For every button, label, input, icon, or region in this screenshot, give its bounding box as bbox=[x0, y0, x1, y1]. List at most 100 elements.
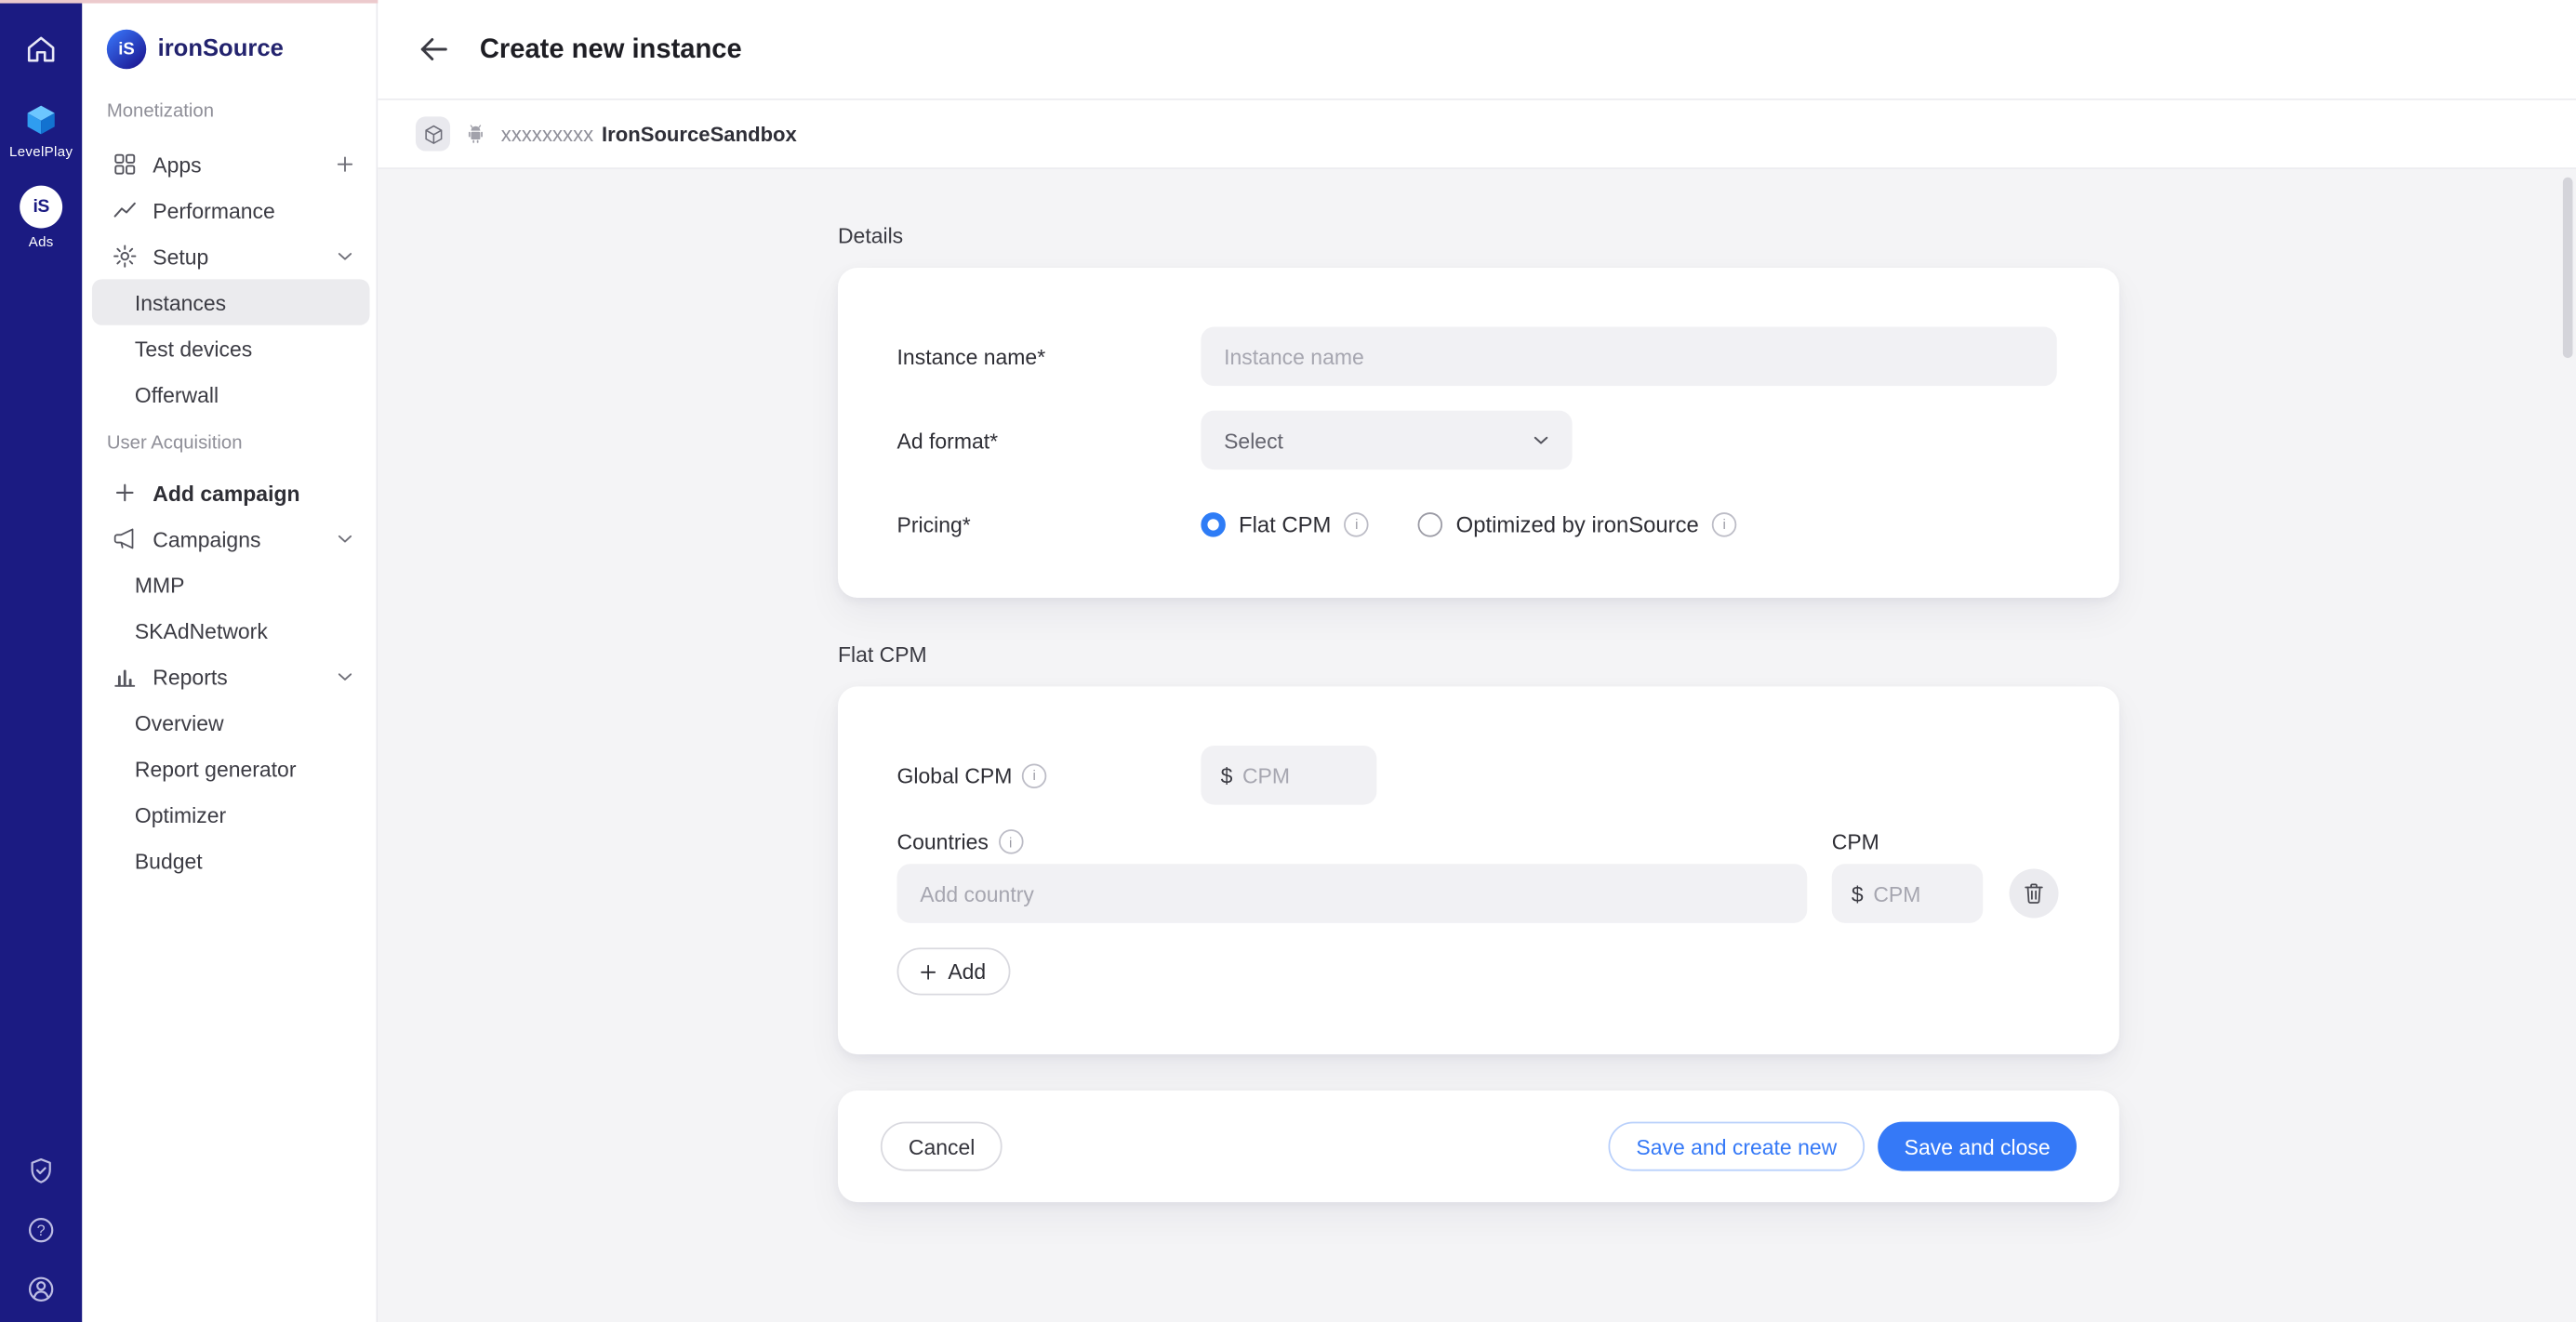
sidebar-item-offerwall[interactable]: Offerwall bbox=[92, 371, 370, 416]
save-and-close-button[interactable]: Save and close bbox=[1878, 1122, 2077, 1171]
package-icon bbox=[416, 116, 450, 151]
rail-levelplay-label: LevelPlay bbox=[9, 143, 73, 160]
radio-selected-icon bbox=[1201, 511, 1225, 535]
ironsource-logo-icon: iS bbox=[20, 186, 62, 229]
sidebar-item-label: Overview bbox=[135, 710, 224, 734]
brand: iS ironSource bbox=[82, 0, 376, 69]
instance-name-label: Instance name* bbox=[897, 344, 1202, 368]
rail-ads-label: Ads bbox=[29, 233, 54, 250]
app-id: xxxxxxxxx bbox=[501, 123, 593, 146]
back-arrow-icon[interactable] bbox=[416, 32, 452, 68]
sidebar-item-label: Apps bbox=[153, 152, 201, 176]
country-cpm-row: $ bbox=[897, 864, 2061, 923]
sidebar-item-overview[interactable]: Overview bbox=[92, 700, 370, 746]
sidebar-item-mmp[interactable]: MMP bbox=[92, 562, 370, 607]
android-icon bbox=[463, 122, 487, 146]
sidebar-item-report-generator[interactable]: Report generator bbox=[92, 746, 370, 791]
sidebar-item-label: Test devices bbox=[135, 336, 252, 360]
sidebar-item-label: Add campaign bbox=[153, 481, 299, 505]
sidebar-item-budget[interactable]: Budget bbox=[92, 838, 370, 883]
add-app-plus-icon[interactable] bbox=[334, 152, 357, 176]
sidebar-item-optimizer[interactable]: Optimizer bbox=[92, 791, 370, 837]
chevron-down-icon bbox=[334, 245, 357, 268]
sidebar-item-campaigns[interactable]: Campaigns bbox=[92, 516, 370, 562]
info-icon[interactable]: i bbox=[1345, 511, 1369, 535]
global-cpm-row: Global CPM i $ bbox=[897, 746, 2061, 805]
currency-symbol: $ bbox=[1852, 881, 1864, 906]
sidebar-item-performance[interactable]: Performance bbox=[92, 187, 370, 232]
scrollbar-thumb[interactable] bbox=[2563, 178, 2573, 358]
form-content: Details Instance name* Ad format* Select bbox=[378, 169, 2576, 1322]
pricing-radio-group: Flat CPM i Optimized by ironSource i bbox=[1201, 511, 1736, 535]
cpm-column-label: CPM bbox=[1832, 829, 1879, 853]
sidebar-item-apps[interactable]: Apps bbox=[92, 141, 370, 187]
save-and-create-new-button[interactable]: Save and create new bbox=[1608, 1122, 1865, 1171]
brand-logo-icon: iS bbox=[107, 30, 146, 69]
section-header-user-acquisition: User Acquisition bbox=[82, 433, 376, 453]
chevron-down-icon bbox=[334, 665, 357, 688]
form-actions-card: Cancel Save and create new Save and clos… bbox=[838, 1091, 2119, 1202]
bar-chart-icon bbox=[112, 664, 138, 690]
sidebar-item-label: SKAdNetwork bbox=[135, 618, 268, 642]
flat-cpm-radio-option[interactable]: Flat CPM i bbox=[1201, 511, 1369, 535]
brand-monogram: iS bbox=[118, 39, 135, 59]
rail-home-button[interactable] bbox=[23, 32, 60, 68]
page-header: Create new instance bbox=[378, 0, 2576, 100]
currency-symbol: $ bbox=[1221, 763, 1233, 787]
sidebar-item-label: Optimizer bbox=[135, 802, 226, 826]
rail-bottom-group: ? bbox=[24, 1155, 57, 1306]
rail-levelplay-button[interactable]: LevelPlay bbox=[9, 102, 73, 160]
page-title: Create new instance bbox=[480, 33, 742, 65]
add-button-label: Add bbox=[948, 959, 986, 984]
home-icon bbox=[23, 32, 60, 68]
ad-format-label: Ad format* bbox=[897, 428, 1202, 452]
pricing-label: Pricing* bbox=[897, 511, 1202, 535]
app-name: IronSourceSandbox bbox=[602, 123, 797, 146]
sidebar-item-label: Instances bbox=[135, 290, 226, 314]
sidebar-item-label: Campaigns bbox=[153, 526, 260, 550]
rail-ads-button[interactable]: iS Ads bbox=[20, 186, 62, 250]
radio-unselected-icon bbox=[1418, 511, 1442, 535]
sidebar-item-label: Budget bbox=[135, 848, 203, 872]
details-section-label: Details bbox=[838, 223, 2576, 247]
optimized-radio-label: Optimized by ironSource bbox=[1456, 511, 1699, 535]
info-icon[interactable]: i bbox=[998, 829, 1022, 853]
sidebar-item-add-campaign[interactable]: Add campaign bbox=[92, 469, 370, 515]
ad-format-select[interactable]: Select bbox=[1201, 411, 1572, 470]
levelplay-cube-icon bbox=[23, 102, 60, 139]
countries-label-text: Countries bbox=[897, 829, 989, 853]
optimized-radio-option[interactable]: Optimized by ironSource i bbox=[1418, 511, 1736, 535]
window-top-accent bbox=[0, 0, 378, 4]
global-cpm-input[interactable] bbox=[1242, 763, 1361, 787]
info-icon[interactable]: i bbox=[1712, 511, 1736, 535]
sidebar-item-label: Performance bbox=[153, 198, 274, 222]
sidebar-item-instances[interactable]: Instances bbox=[92, 279, 370, 324]
add-country-input[interactable] bbox=[897, 864, 1808, 923]
chevron-down-icon bbox=[1530, 429, 1553, 452]
flat-cpm-radio-label: Flat CPM bbox=[1239, 511, 1331, 535]
info-icon[interactable]: i bbox=[1022, 763, 1046, 787]
shield-icon[interactable] bbox=[24, 1155, 57, 1187]
instance-name-input[interactable] bbox=[1201, 327, 2056, 387]
cancel-button[interactable]: Cancel bbox=[881, 1122, 1003, 1171]
details-card: Instance name* Ad format* Select Pricing… bbox=[838, 268, 2119, 598]
sidebar-item-skadnetwork[interactable]: SKAdNetwork bbox=[92, 608, 370, 654]
sidebar-item-label: Offerwall bbox=[135, 382, 219, 406]
apps-grid-icon bbox=[112, 152, 138, 178]
sidebar-item-label: Report generator bbox=[135, 757, 297, 781]
sidebar-item-test-devices[interactable]: Test devices bbox=[92, 325, 370, 371]
sidebar-item-reports[interactable]: Reports bbox=[92, 654, 370, 699]
instance-name-row: Instance name* bbox=[897, 327, 2061, 387]
help-icon[interactable]: ? bbox=[24, 1214, 57, 1247]
add-country-row-button[interactable]: Add bbox=[897, 947, 1011, 995]
brand-name: ironSource bbox=[158, 36, 284, 62]
country-cpm-input-wrap: $ bbox=[1832, 864, 1984, 923]
section-header-monetization: Monetization bbox=[82, 102, 376, 122]
sidebar-item-label: Reports bbox=[153, 665, 227, 689]
delete-row-button[interactable] bbox=[2010, 869, 2059, 919]
sidebar-item-setup[interactable]: Setup bbox=[92, 233, 370, 279]
ad-format-row: Ad format* Select bbox=[897, 411, 2061, 470]
country-cpm-input[interactable] bbox=[1873, 881, 1966, 906]
account-icon[interactable] bbox=[24, 1273, 57, 1305]
global-cpm-input-wrap: $ bbox=[1201, 746, 1376, 805]
